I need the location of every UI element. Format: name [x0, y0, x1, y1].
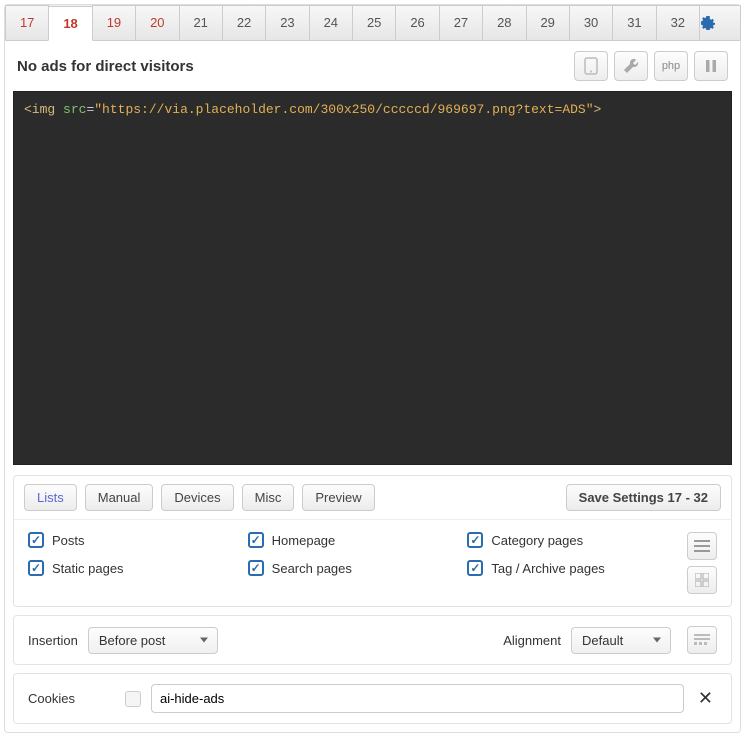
- checkbox-category-pages[interactable]: ✓ Category pages: [467, 532, 687, 548]
- checkbox-label: Tag / Archive pages: [491, 561, 604, 576]
- checks-col-3: ✓ Category pages ✓ Tag / Archive pages: [467, 532, 687, 576]
- tab-19[interactable]: 19: [92, 5, 136, 40]
- tab-preview[interactable]: Preview: [302, 484, 374, 511]
- check-icon: ✓: [28, 560, 44, 576]
- checkbox-posts[interactable]: ✓ Posts: [28, 532, 248, 548]
- check-icon: ✓: [248, 560, 264, 576]
- checkbox-tag-archive-pages[interactable]: ✓ Tag / Archive pages: [467, 560, 687, 576]
- grid-view-icon[interactable]: [687, 566, 717, 594]
- checkbox-search-pages[interactable]: ✓ Search pages: [248, 560, 468, 576]
- insertion-value: Before post: [99, 633, 166, 648]
- tab-lists[interactable]: Lists: [24, 484, 77, 511]
- tab-30[interactable]: 30: [569, 5, 613, 40]
- tab-20[interactable]: 20: [135, 5, 179, 40]
- tab-22[interactable]: 22: [222, 5, 266, 40]
- cookies-input[interactable]: [151, 684, 684, 713]
- settings-gear-tab[interactable]: [699, 5, 741, 40]
- checks-col-1: ✓ Posts ✓ Static pages: [28, 532, 248, 576]
- checkbox-label: Posts: [52, 533, 85, 548]
- check-icon: ✓: [28, 532, 44, 548]
- php-toggle-button[interactable]: php: [654, 51, 688, 81]
- tab-23[interactable]: 23: [265, 5, 309, 40]
- device-preview-button[interactable]: [574, 51, 608, 81]
- checks-col-2: ✓ Homepage ✓ Search pages: [248, 532, 468, 576]
- alignment-label: Alignment: [503, 633, 561, 648]
- tools-button[interactable]: [614, 51, 648, 81]
- checkbox-homepage[interactable]: ✓ Homepage: [248, 532, 468, 548]
- tab-21[interactable]: 21: [179, 5, 223, 40]
- tab-32[interactable]: 32: [656, 5, 700, 40]
- list-view-icon[interactable]: [687, 532, 717, 560]
- tab-17[interactable]: 17: [5, 5, 49, 40]
- check-icon: ✓: [467, 560, 483, 576]
- tab-31[interactable]: 31: [612, 5, 656, 40]
- insertion-label: Insertion: [28, 633, 78, 648]
- tab-29[interactable]: 29: [526, 5, 570, 40]
- alignment-select[interactable]: Default: [571, 627, 671, 654]
- cookies-label: Cookies: [28, 691, 75, 706]
- tab-manual[interactable]: Manual: [85, 484, 154, 511]
- alignment-options-icon[interactable]: [687, 626, 717, 654]
- page-title: No ads for direct visitors: [17, 58, 568, 75]
- code-editor[interactable]: <img src="https://via.placeholder.com/30…: [13, 91, 732, 465]
- check-icon: ✓: [467, 532, 483, 548]
- checkbox-label: Category pages: [491, 533, 583, 548]
- close-icon[interactable]: ✕: [694, 688, 717, 709]
- tab-28[interactable]: 28: [482, 5, 526, 40]
- alignment-value: Default: [582, 633, 623, 648]
- tabs-bar: 17181920212223242526272829303132: [5, 5, 740, 41]
- save-settings-button[interactable]: Save Settings 17 - 32: [566, 484, 721, 511]
- subtabs-row: Lists Manual Devices Misc Preview Save S…: [14, 476, 731, 520]
- tab-25[interactable]: 25: [352, 5, 396, 40]
- pause-button[interactable]: [694, 51, 728, 81]
- tab-misc[interactable]: Misc: [242, 484, 295, 511]
- tab-18[interactable]: 18: [48, 6, 92, 41]
- insertion-select[interactable]: Before post: [88, 627, 218, 654]
- tab-26[interactable]: 26: [395, 5, 439, 40]
- checkbox-label: Search pages: [272, 561, 352, 576]
- cookies-whitelist-toggle[interactable]: [125, 691, 141, 707]
- checkbox-static-pages[interactable]: ✓ Static pages: [28, 560, 248, 576]
- tab-24[interactable]: 24: [309, 5, 353, 40]
- checkbox-label: Static pages: [52, 561, 124, 576]
- checkbox-label: Homepage: [272, 533, 336, 548]
- check-icon: ✓: [248, 532, 264, 548]
- tab-devices[interactable]: Devices: [161, 484, 233, 511]
- tab-27[interactable]: 27: [439, 5, 483, 40]
